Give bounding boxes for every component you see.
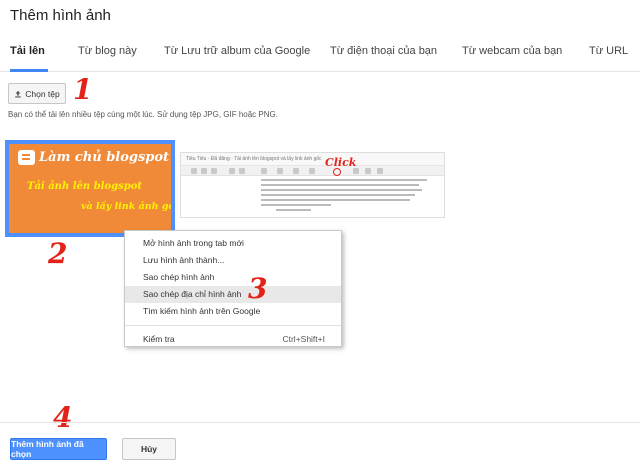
ctx-inspect[interactable]: Kiểm tra Ctrl+Shift+I: [125, 331, 341, 348]
ctx-inspect-shortcut: Ctrl+Shift+I: [282, 334, 325, 344]
choose-files-button[interactable]: Chọn tệp: [8, 83, 66, 104]
tab-bar: Tải lên Từ blog này Từ Lưu trữ album của…: [0, 41, 640, 72]
tab-google-album-archive[interactable]: Từ Lưu trữ album của Google: [164, 45, 310, 57]
upload-hint: Bạn có thể tải lên nhiều tệp cùng một lú…: [8, 110, 278, 119]
tab-from-webcam[interactable]: Từ webcam của bạn: [462, 45, 562, 57]
upload-icon: [15, 90, 22, 97]
blogger-logo-icon: [18, 150, 35, 165]
choose-files-label: Chọn tệp: [25, 88, 60, 99]
thumbnail-line-2: Tải ảnh lên blogspot: [27, 181, 142, 192]
annotation-step-4: 4: [53, 401, 73, 434]
thumbnail-editor-title: Tiêu Tiêu · Đã đăng · Tải ảnh lên blogsp…: [186, 156, 322, 162]
toolbar-tool-icon: [377, 168, 383, 174]
ctx-open-image-new-tab[interactable]: Mở hình ảnh trong tab mới: [125, 235, 341, 252]
add-selected-images-button[interactable]: Thêm hình ảnh đã chọn: [10, 438, 107, 460]
toolbar-tool-icon: [211, 168, 217, 174]
tab-from-url[interactable]: Từ URL: [589, 45, 628, 57]
dialog-title: Thêm hình ảnh: [10, 7, 111, 24]
toolbar-tool-icon: [239, 168, 245, 174]
thumbnail-line-1: Làm chủ blogspot: [39, 150, 170, 165]
ctx-inspect-label: Kiểm tra: [143, 334, 175, 344]
toolbar-tool-icon: [229, 168, 235, 174]
cancel-button[interactable]: Hủy: [122, 438, 176, 460]
toolbar-tool-icon: [261, 168, 267, 174]
toolbar-tool-icon: [309, 168, 315, 174]
tab-from-phone[interactable]: Từ điện thoại của bạn: [330, 45, 437, 57]
annotation-click: Click: [325, 156, 357, 169]
image-context-menu: Mở hình ảnh trong tab mới Lưu hình ảnh t…: [124, 230, 342, 347]
ctx-copy-image[interactable]: Sao chép hình ảnh: [125, 269, 341, 286]
ctx-save-image-as[interactable]: Lưu hình ảnh thành...: [125, 252, 341, 269]
toolbar-tool-icon: [293, 168, 299, 174]
tab-upload[interactable]: Tải lên: [10, 45, 45, 57]
ctx-copy-image-address[interactable]: Sao chép địa chỉ hình ảnh: [125, 286, 341, 303]
ctx-search-google-for-image[interactable]: Tìm kiếm hình ảnh trên Google: [125, 303, 341, 320]
thumbnail-line-3: và lấy link ảnh gốc: [81, 201, 175, 212]
active-tab-indicator: [10, 69, 48, 72]
annotation-step-3: 3: [248, 272, 268, 305]
annotation-click-circle: [333, 168, 341, 176]
footer-divider: [0, 422, 640, 423]
annotation-step-2: 2: [48, 237, 68, 270]
tab-from-this-blog[interactable]: Từ blog này: [78, 45, 137, 57]
thumbnail-body-text: [261, 179, 436, 214]
toolbar-tool-icon: [365, 168, 371, 174]
second-image-thumbnail[interactable]: Tiêu Tiêu · Đã đăng · Tải ảnh lên blogsp…: [180, 152, 445, 218]
annotation-step-1: 1: [73, 73, 93, 106]
toolbar-tool-icon: [277, 168, 283, 174]
toolbar-tool-icon: [201, 168, 207, 174]
toolbar-tool-icon: [191, 168, 197, 174]
selected-image-thumbnail[interactable]: Làm chủ blogspot Tải ảnh lên blogspot và…: [5, 140, 175, 237]
ctx-divider: [125, 325, 341, 326]
